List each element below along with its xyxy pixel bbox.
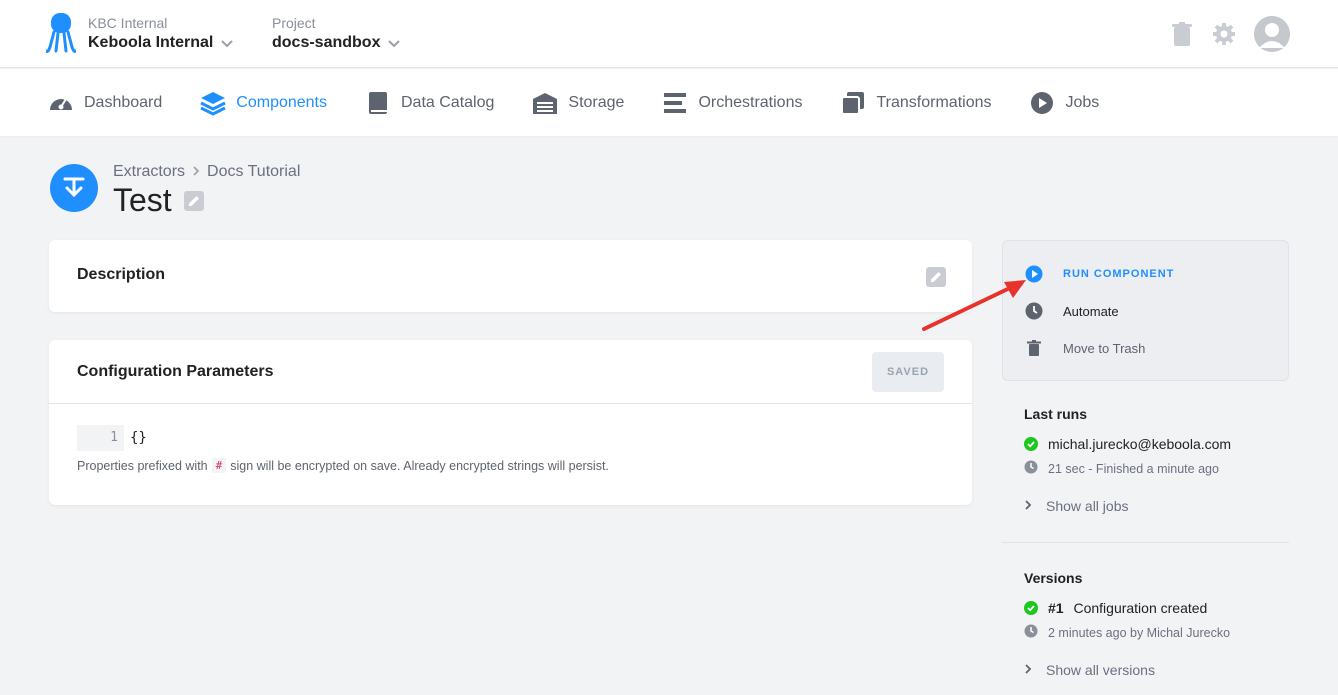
last-runs-title: Last runs <box>1024 406 1088 422</box>
move-to-trash-label: Move to Trash <box>1063 340 1146 356</box>
code-editor[interactable]: 1 {} <box>77 425 147 451</box>
gear-icon[interactable] <box>1212 22 1236 46</box>
trash-icon[interactable] <box>1170 22 1194 46</box>
nav-item-label: Dashboard <box>84 93 163 111</box>
play-circle-icon <box>1025 265 1043 283</box>
nav-item-label: Storage <box>568 93 625 111</box>
saved-button[interactable]: SAVED <box>872 352 944 392</box>
nav-item-label: Transformations <box>876 93 992 111</box>
description-title: Description <box>77 266 166 283</box>
hint-hash-code: # <box>211 458 227 473</box>
nav-item-label: Orchestrations <box>698 93 803 111</box>
versions-title: Versions <box>1024 570 1083 586</box>
version-description: Configuration created <box>1073 600 1208 616</box>
project-label: Project <box>272 15 316 31</box>
nav-item-components[interactable]: Components <box>200 90 327 116</box>
keboola-logo-icon[interactable] <box>44 13 78 55</box>
version-item[interactable]: #1 Configuration created <box>1024 600 1207 616</box>
chevron-right-icon <box>1024 498 1032 514</box>
version-meta: 2 minutes ago by Michal Jurecko <box>1024 624 1230 641</box>
chevron-right-icon <box>1024 662 1032 678</box>
automate-button[interactable]: Automate <box>1025 302 1119 320</box>
version-meta-text: 2 minutes ago by Michal Jurecko <box>1048 625 1231 640</box>
sidebar-divider <box>1002 542 1289 543</box>
page-title-row: Test <box>113 182 204 219</box>
chevron-right-icon <box>191 164 201 180</box>
project-name: docs-sandbox <box>272 34 381 51</box>
configuration-parameters-card: Configuration Parameters SAVED 1 {} Prop… <box>49 340 972 505</box>
nav-item-jobs[interactable]: Jobs <box>1029 90 1099 116</box>
main-navigation: Dashboard Components Data Catalog Storag… <box>0 69 1338 136</box>
dashboard-icon <box>50 97 72 110</box>
bars-icon <box>664 92 687 113</box>
user-avatar[interactable] <box>1254 16 1290 52</box>
line-number: 1 <box>77 425 124 451</box>
nav-item-storage[interactable]: Storage <box>532 90 624 116</box>
org-name: Keboola Internal <box>88 34 214 51</box>
nav-item-dashboard[interactable]: Dashboard <box>48 90 162 116</box>
org-label: KBC Internal <box>88 15 168 31</box>
show-all-jobs-link[interactable]: Show all jobs <box>1024 498 1129 514</box>
description-card: Description <box>49 240 972 312</box>
clock-icon <box>1024 624 1038 641</box>
organization-switcher[interactable]: KBC Internal Keboola Internal <box>88 14 235 54</box>
edit-pencil-icon[interactable] <box>183 190 204 211</box>
last-run-user: michal.jurecko@keboola.com <box>1048 436 1232 452</box>
clock-icon <box>1024 460 1038 477</box>
breadcrumb-docs-tutorial[interactable]: Docs Tutorial <box>207 163 300 181</box>
component-actions: RUN COMPONENT Automate Move to Trash <box>1002 240 1289 381</box>
copy-icon <box>841 91 865 115</box>
version-number: #1 <box>1048 600 1064 616</box>
run-component-label: RUN COMPONENT <box>1063 268 1175 280</box>
hint-text-before: Properties prefixed with <box>77 458 208 473</box>
success-check-icon <box>1024 437 1038 451</box>
breadcrumb: Extractors Docs Tutorial <box>113 163 300 181</box>
nav-item-data-catalog[interactable]: Data Catalog <box>365 90 494 116</box>
warehouse-icon <box>533 92 558 114</box>
nav-item-label: Data Catalog <box>401 93 495 111</box>
chevron-down-icon <box>386 35 402 51</box>
nav-item-label: Jobs <box>1065 93 1100 111</box>
divider <box>49 403 972 404</box>
show-all-versions-link[interactable]: Show all versions <box>1024 662 1155 678</box>
nav-item-label: Components <box>236 93 327 111</box>
breadcrumb-extractors[interactable]: Extractors <box>113 163 185 181</box>
encryption-hint: Properties prefixed with # sign will be … <box>77 458 609 473</box>
last-run-meta: 21 sec - Finished a minute ago <box>1024 460 1219 477</box>
show-all-versions-label: Show all versions <box>1046 662 1155 678</box>
config-title: Configuration Parameters <box>77 363 274 380</box>
move-to-trash-button[interactable]: Move to Trash <box>1025 339 1145 357</box>
project-switcher[interactable]: Project docs-sandbox <box>272 14 402 54</box>
edit-description-icon[interactable] <box>926 267 946 287</box>
nav-item-orchestrations[interactable]: Orchestrations <box>662 90 802 116</box>
success-check-icon <box>1024 601 1038 615</box>
page-title: Test <box>113 182 172 218</box>
layers-icon <box>200 91 226 116</box>
top-bar: KBC Internal Keboola Internal Project do… <box>0 0 1338 68</box>
hint-text-after: sign will be encrypted on save. Already … <box>230 458 609 473</box>
last-run-item[interactable]: michal.jurecko@keboola.com <box>1024 436 1231 452</box>
trash-icon <box>1025 339 1043 357</box>
book-icon <box>369 91 387 114</box>
clock-icon <box>1025 302 1043 320</box>
extractor-icon <box>50 164 98 212</box>
run-component-button[interactable]: RUN COMPONENT <box>1025 265 1174 283</box>
last-run-meta-text: 21 sec - Finished a minute ago <box>1048 461 1219 476</box>
chevron-down-icon <box>219 35 235 51</box>
code-content[interactable]: {} <box>124 430 147 446</box>
automate-label: Automate <box>1063 303 1119 319</box>
show-all-jobs-label: Show all jobs <box>1046 498 1129 514</box>
play-circle-icon <box>1031 91 1054 114</box>
nav-item-transformations[interactable]: Transformations <box>840 90 991 116</box>
